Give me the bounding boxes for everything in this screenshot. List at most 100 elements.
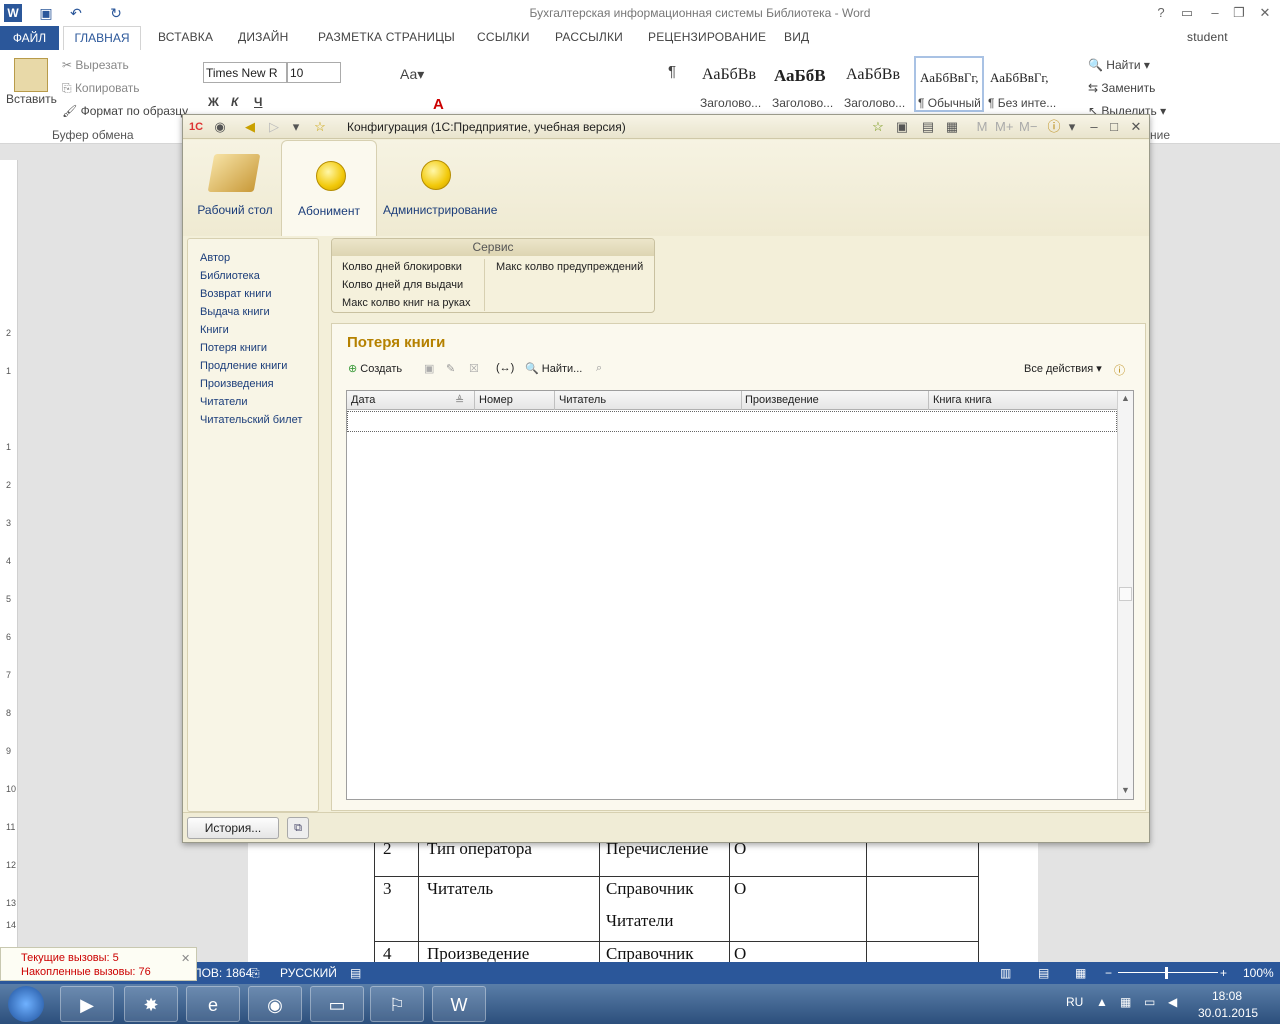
memory-minus-icon[interactable]: M− [1019,119,1037,135]
tab-insert[interactable]: ВСТАВКА [158,30,213,44]
word-app-icon[interactable]: W [432,986,486,1022]
underline-button[interactable]: Ч [254,95,262,109]
ribbon-options-icon[interactable]: ▭ [1176,3,1198,23]
chrome-icon[interactable]: ◉ [248,986,302,1022]
nav-item-readers[interactable]: Читатели [200,396,248,408]
sort-icon[interactable]: ≜ [455,394,464,407]
help-icon[interactable]: ? [1150,3,1172,23]
minimize-icon[interactable]: – [1204,3,1226,23]
nav-item-reader-card[interactable]: Читательский билет [200,414,302,426]
nav-item-books[interactable]: Книги [200,324,229,336]
maximize-icon[interactable]: □ [1105,119,1123,135]
style-heading1[interactable]: АаБбВв Заголово... [698,56,768,112]
column-separator[interactable] [741,391,742,410]
favorites-icon[interactable]: ☆ [311,119,329,135]
clock-date[interactable]: 30.01.2015 [1198,1006,1258,1020]
service-item-block-days[interactable]: Колво дней блокировки [342,261,462,273]
service-item-max-warnings[interactable]: Макс колво предупреждений [496,261,643,273]
replace-button[interactable]: ⇆ Заменить [1088,81,1155,95]
tab-layout[interactable]: РАЗМЕТКА СТРАНИЦЫ [318,30,455,44]
tab-home[interactable]: ГЛАВНАЯ [63,26,141,50]
copy-icon[interactable]: ▣ [424,362,434,375]
tab-file[interactable]: ФАЙЛ [0,26,59,50]
network-icon[interactable]: ▦ [1120,995,1131,1009]
forward-icon[interactable]: ▷ [265,119,283,135]
zoom-slider[interactable] [1118,972,1218,973]
nav-item-return-book[interactable]: Возврат книги [200,288,272,300]
font-size-aa-button[interactable]: Аа▾ [400,66,424,83]
style-heading2[interactable]: АаБбВ Заголово... [770,56,840,112]
close-icon[interactable]: ✕ [1254,3,1276,23]
service-item-max-books[interactable]: Макс колво книг на руках [342,297,471,309]
copy-button[interactable]: ⎘ Копировать [62,81,140,96]
add-favorite-icon[interactable]: ☆ [869,119,887,135]
zoom-in-icon[interactable]: + [1220,966,1227,980]
lost-book-table[interactable]: Дата ≜ Номер Читатель Произведение Книга… [346,390,1134,800]
font-name-input[interactable]: Times New R [203,62,287,83]
tab-view[interactable]: ВИД [784,30,809,44]
calculator-icon[interactable]: ▤ [919,119,937,135]
column-header-number[interactable]: Номер [479,394,513,406]
style-heading3[interactable]: АаБбВв Заголово... [842,56,912,112]
history-dropdown-icon[interactable]: ▾ [287,119,305,135]
find-button[interactable]: 🔍 Найти ▾ [1088,58,1150,72]
nav-item-author[interactable]: Автор [200,252,230,264]
scroll-up-icon[interactable]: ▲ [1121,393,1130,403]
column-header-book[interactable]: Книга книга [933,394,992,406]
all-actions-button[interactable]: Все действия ▾ [1024,362,1102,375]
read-mode-icon[interactable]: ▥ [1000,966,1011,980]
nav-item-issue-book[interactable]: Выдача книги [200,306,270,318]
settings-app-icon[interactable]: ✸ [124,986,178,1022]
info-icon[interactable]: ⓘ [1045,119,1063,135]
interval-icon[interactable]: (↔) [496,362,514,374]
section-desktop[interactable]: Рабочий стол [187,140,283,236]
media-player-icon[interactable]: ▶ [60,986,114,1022]
italic-button[interactable]: К [231,95,238,109]
font-size-input[interactable]: 10 [287,62,341,83]
column-separator[interactable] [928,391,929,410]
edit-icon[interactable]: ✎ [446,362,455,375]
bold-button[interactable]: Ж [208,95,219,109]
help-icon[interactable]: ⓘ [1114,362,1125,378]
print-layout-icon[interactable]: ▤ [1038,966,1049,980]
back-icon[interactable]: ◀ [241,119,259,135]
windows-list-icon[interactable]: ⧉ [287,817,309,839]
tab-references[interactable]: ССЫЛКИ [477,30,530,44]
nav-item-lost-book[interactable]: Потеря книги [200,342,267,354]
zoom-level[interactable]: 100% [1243,966,1274,980]
find-button[interactable]: 🔍 Найти... [525,362,582,375]
display-icon[interactable]: ▭ [1144,995,1155,1009]
nav-item-library[interactable]: Библиотека [200,270,260,282]
macro-icon[interactable]: ▤ [350,966,361,980]
column-header-work[interactable]: Произведение [745,394,819,406]
zoom-out-icon[interactable]: − [1105,966,1112,980]
cancel-search-icon[interactable]: ⌕ [596,362,602,375]
close-icon[interactable]: ✕ [181,952,190,965]
ie-icon[interactable]: e [186,986,240,1022]
explorer-icon[interactable]: ▭ [310,986,364,1022]
paste-icon[interactable] [14,58,48,92]
volume-icon[interactable]: ◀ [1168,995,1177,1009]
clock-time[interactable]: 18:08 [1212,989,1242,1003]
pilcrow-icon[interactable]: ¶ [668,63,676,80]
nav-item-works[interactable]: Произведения [200,378,274,390]
table-scrollbar[interactable]: ▲ ▼ [1117,391,1133,799]
user-name[interactable]: student [1187,30,1228,44]
close-icon[interactable]: ✕ [1127,119,1145,135]
bookmark-icon[interactable]: ▣ [893,119,911,135]
delete-icon[interactable]: ☒ [469,362,479,375]
font-color-button[interactable]: A [433,96,444,113]
format-painter-button[interactable]: 🖌 Формат по образцу [62,104,188,118]
tab-mailings[interactable]: РАССЫЛКИ [555,30,623,44]
memory-plus-icon[interactable]: M+ [995,119,1013,135]
create-button[interactable]: ⊕ Создать [348,362,402,375]
column-separator[interactable] [554,391,555,410]
zoom-slider-thumb[interactable] [1165,967,1168,979]
main-menu-icon[interactable]: ◉ [211,119,229,135]
nav-item-extend-book[interactable]: Продление книги [200,360,287,372]
history-button[interactable]: История... [187,817,279,839]
proofing-icon[interactable]: ⎘ [250,966,260,981]
restore-icon[interactable]: ❐ [1228,3,1250,23]
tab-review[interactable]: РЕЦЕНЗИРОВАНИЕ [648,30,766,44]
1c-logo-icon[interactable]: 1C [187,119,205,135]
